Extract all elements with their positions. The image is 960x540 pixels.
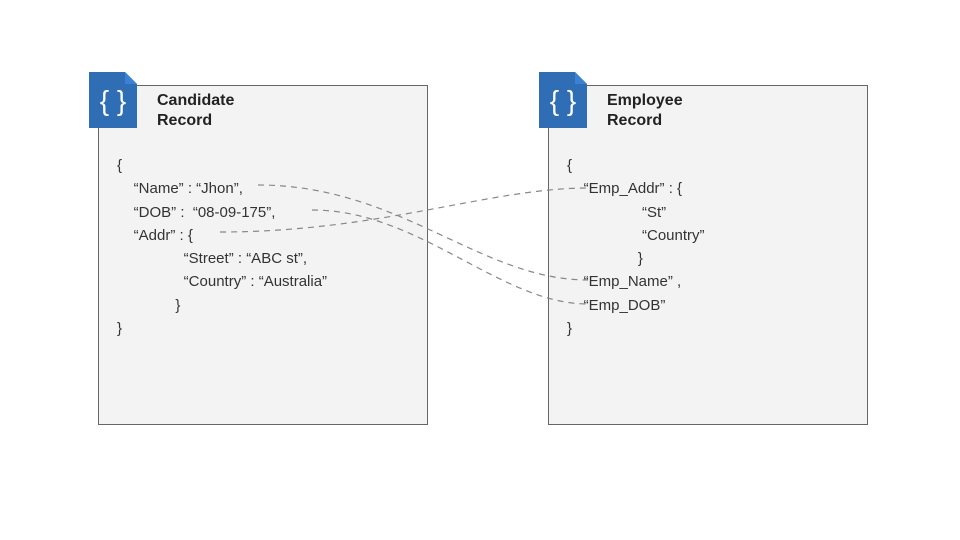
svg-text:{ }: { } [100, 85, 126, 116]
json-file-icon: { } [535, 72, 591, 128]
employee-record-title: Employee Record [607, 91, 683, 131]
candidate-record-json: { “Name” : “Jhon”, “DOB” : “08-09-175”, … [117, 154, 327, 340]
candidate-record-panel: { } Candidate Record { “Name” : “Jhon”, … [98, 85, 428, 425]
employee-record-json: { “Emp_Addr” : { “St” “Country” } “Emp_N… [567, 154, 705, 340]
employee-record-panel: { } Employee Record { “Emp_Addr” : { “St… [548, 85, 868, 425]
svg-text:{ }: { } [550, 85, 576, 116]
candidate-record-title: Candidate Record [157, 91, 234, 131]
json-file-icon: { } [85, 72, 141, 128]
